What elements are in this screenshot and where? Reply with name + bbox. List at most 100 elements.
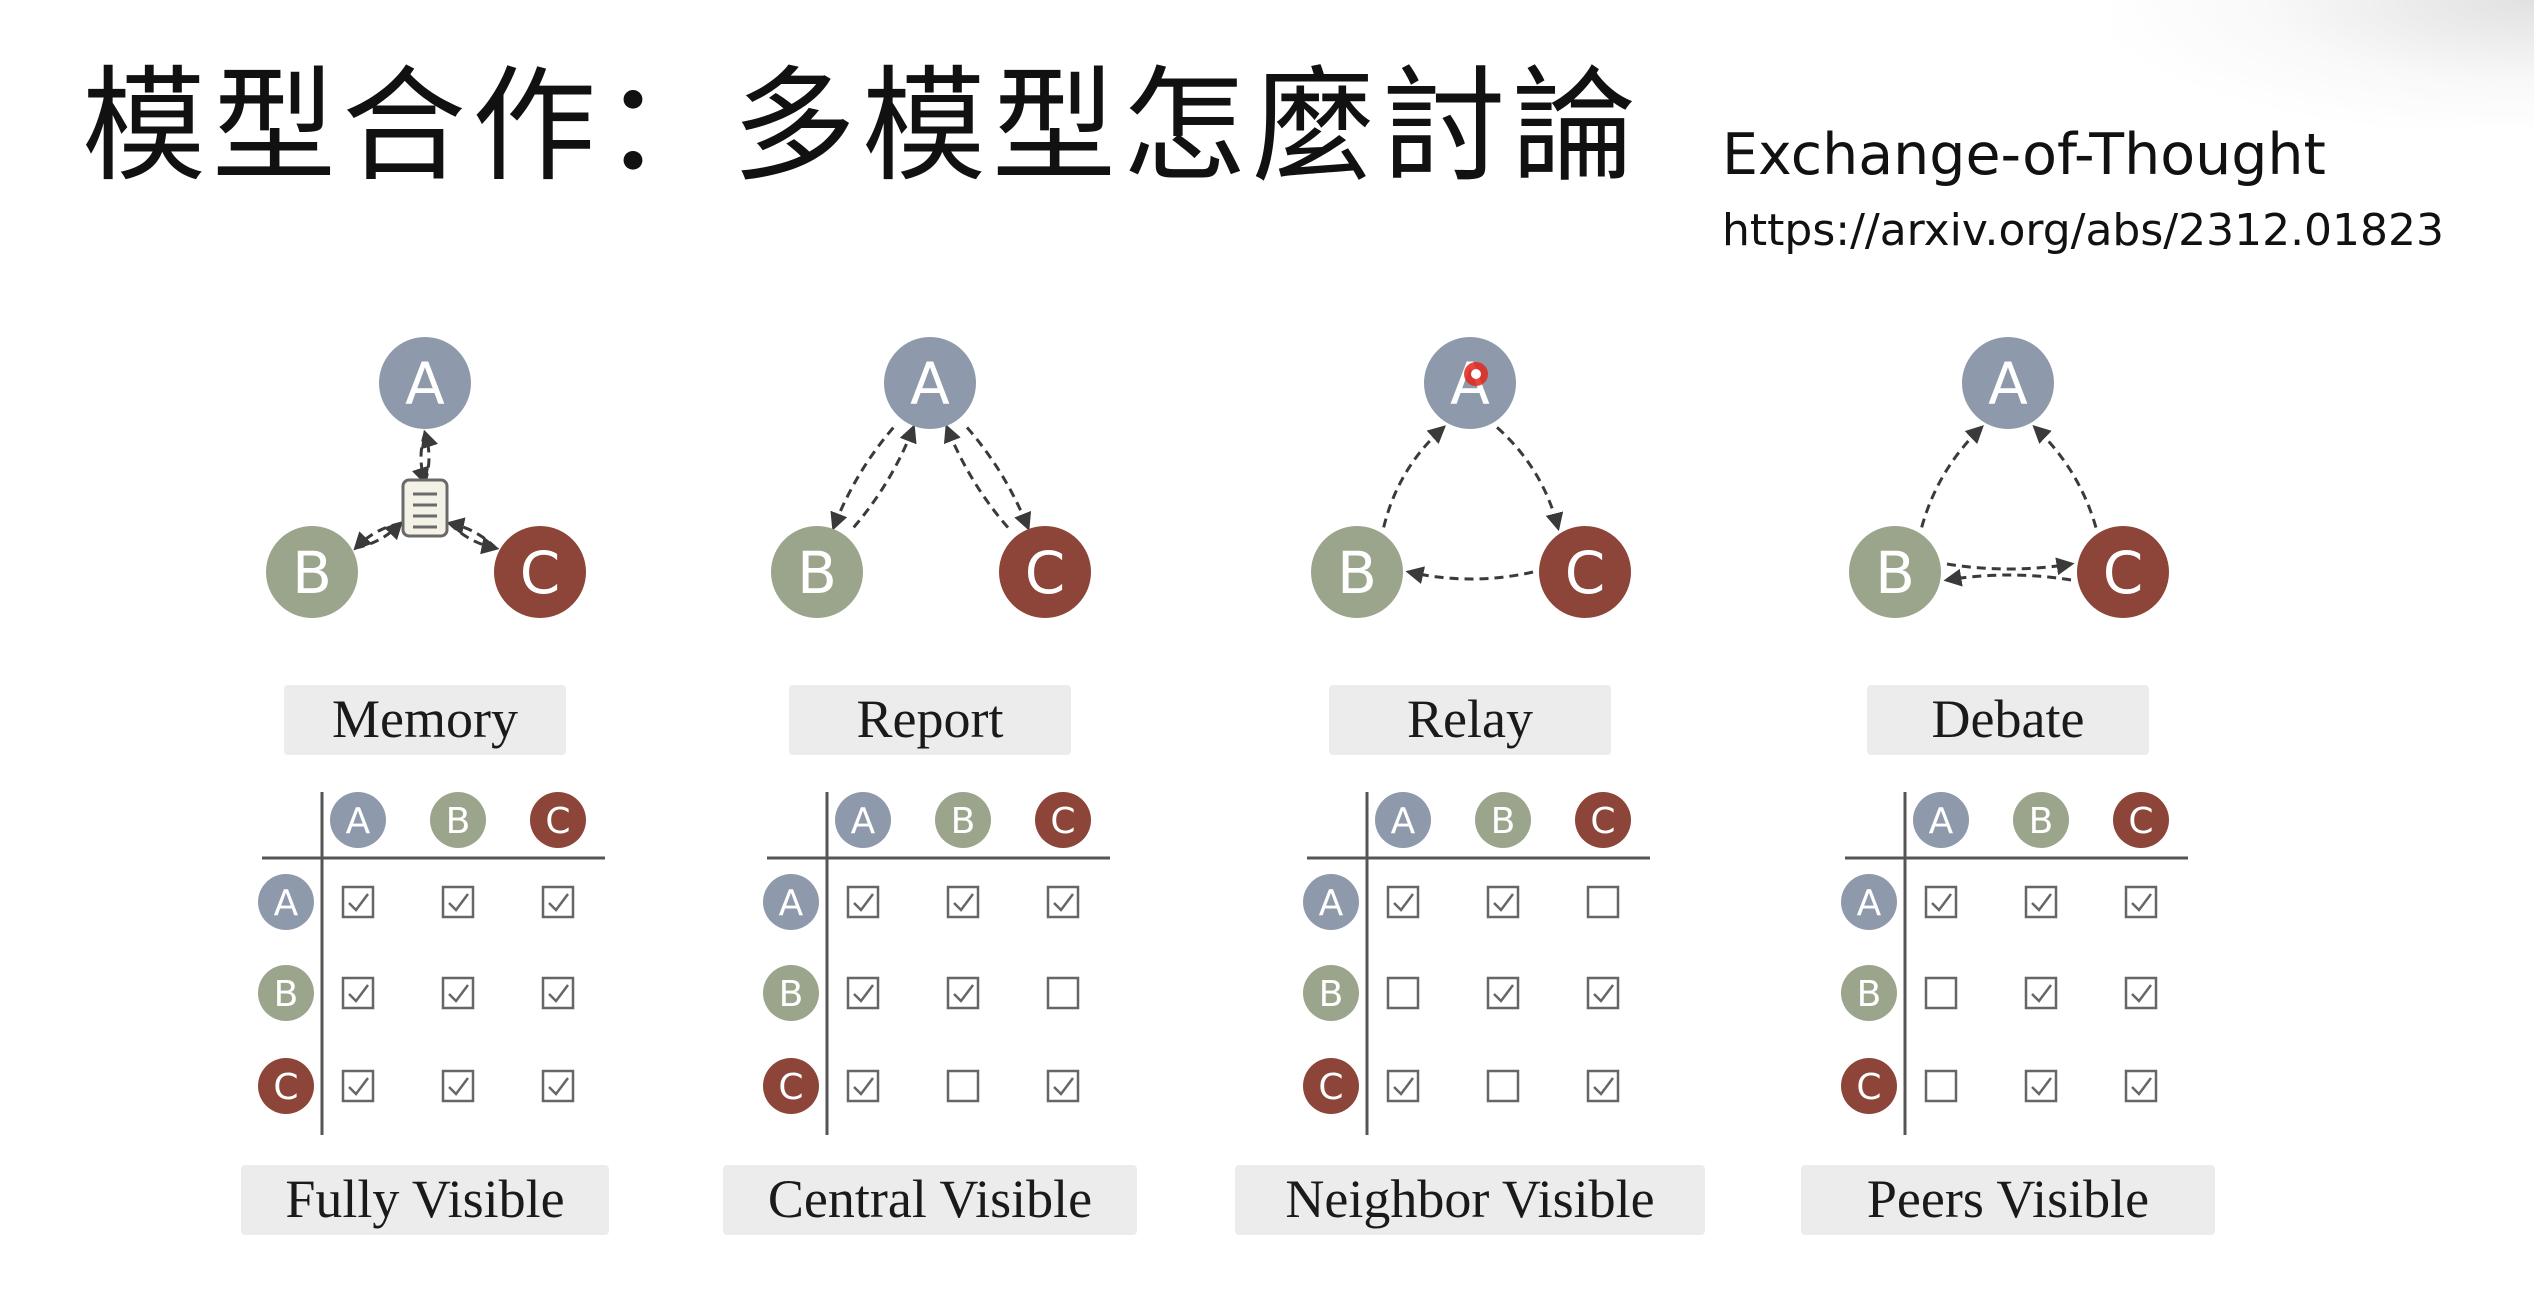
memory-matrix-col-c: C [530, 792, 586, 848]
debate-matrix-row-c: C [1841, 1058, 1897, 1114]
memory-cell-ac-checked [541, 885, 575, 919]
debate-node-a: A [1962, 337, 2054, 429]
checkbox-box [1924, 885, 1958, 919]
report-matrix-col-c: C [1035, 792, 1091, 848]
checkbox-box [846, 976, 880, 1010]
checkbox-box [1046, 1069, 1080, 1103]
memory-node-c: C [494, 526, 586, 618]
relay-edge-c-to-b [1405, 566, 1534, 584]
relay-node-b-letter: B [1337, 539, 1377, 607]
debate-cell-ba-unchecked [1924, 976, 1958, 1010]
laser-pointer-dot [1464, 362, 1488, 386]
report-node-a: A [884, 337, 976, 429]
checkbox-box [1046, 885, 1080, 919]
report-edges [830, 424, 1032, 531]
relay-matrix-row-a: A [1303, 874, 1359, 930]
checkbox-box [341, 976, 375, 1010]
debate-matrix-col-c-letter: C [2128, 801, 2153, 842]
relay-matrix-col-a: A [1375, 792, 1431, 848]
checkbox-box [1924, 1069, 1958, 1103]
debate-matrix-col-a-letter: A [1929, 801, 1954, 842]
checkbox-box [341, 885, 375, 919]
memory-visibility-matrix: A A B B C C [258, 792, 605, 1135]
panel-memory: A B C Memory A A B B C C Fully Visible [241, 337, 609, 1235]
memory-node-a-letter: A [405, 350, 445, 418]
debate-matrix-row-b: B [1841, 965, 1897, 1021]
report-cell-cb-unchecked [946, 1069, 980, 1103]
checkbox-box [846, 885, 880, 919]
report-node-c-letter: C [1025, 539, 1066, 607]
report-cell-cc-checked [1046, 1069, 1080, 1103]
relay-cell-ac-unchecked [1586, 885, 1620, 919]
debate-visibility-label: Peers Visible [1867, 1169, 2149, 1229]
memory-matrix-row-b-letter: B [274, 974, 299, 1015]
report-node-b: B [771, 526, 863, 618]
memory-matrix-col-b-letter: B [446, 801, 471, 842]
memory-cell-cb-checked [441, 1069, 475, 1103]
report-matrix-row-a-letter: A [779, 883, 804, 924]
memory-matrix-row-b: B [258, 965, 314, 1021]
debate-matrix-col-c: C [2113, 792, 2169, 848]
checkbox-box [1924, 976, 1958, 1010]
memory-cell-cc-checked [541, 1069, 575, 1103]
relay-cell-ab-checked [1486, 885, 1520, 919]
checkbox-box [441, 1069, 475, 1103]
memory-matrix-row-a-letter: A [274, 883, 299, 924]
debate-node-c-letter: C [2103, 539, 2144, 607]
debate-node-b-letter: B [1875, 539, 1915, 607]
report-node-b-letter: B [797, 539, 837, 607]
panel-report: A B C Report A A B B C C Central Visible [723, 337, 1137, 1235]
relay-matrix-col-a-letter: A [1391, 801, 1416, 842]
report-cell-ca-checked [846, 1069, 880, 1103]
report-matrix-col-b-letter: B [951, 801, 976, 842]
checkbox-box [541, 885, 575, 919]
memory-edge-c-to-memory [446, 517, 498, 550]
report-cell-ba-checked [846, 976, 880, 1010]
checkbox-box [1586, 1069, 1620, 1103]
report-matrix-row-b-letter: B [779, 974, 804, 1015]
relay-visibility-label: Neighbor Visible [1285, 1169, 1654, 1229]
checkbox-box [2024, 885, 2058, 919]
report-node-c: C [999, 526, 1091, 618]
checkbox-box [541, 976, 575, 1010]
checkbox-box [341, 1069, 375, 1103]
memory-node-b-letter: B [292, 539, 332, 607]
memory-matrix-col-a-letter: A [346, 801, 371, 842]
memory-cell-bc-checked [541, 976, 575, 1010]
memory-cell-aa-checked [341, 885, 375, 919]
debate-edge-c-to-a [2032, 424, 2098, 528]
checkbox-box [2124, 976, 2158, 1010]
communication-paradigms-diagram: A B C Memory A A B B C C Fully Visible A B C Report A A B… [241, 337, 2215, 1235]
memory-matrix-col-a: A [330, 792, 386, 848]
report-matrix-col-a-letter: A [851, 801, 876, 842]
relay-label: Relay [1407, 689, 1533, 749]
relay-matrix-col-b: B [1475, 792, 1531, 848]
debate-node-a-letter: A [1988, 350, 2028, 418]
relay-cell-cb-unchecked [1486, 1069, 1520, 1103]
report-node-a-letter: A [910, 350, 950, 418]
debate-matrix-row-a: A [1841, 874, 1897, 930]
relay-matrix-row-b: B [1303, 965, 1359, 1021]
debate-edges [1920, 424, 2098, 587]
checkbox-box [946, 1069, 980, 1103]
memory-edge-b-to-memory [355, 520, 403, 550]
checkbox-box [2024, 976, 2058, 1010]
checkbox-box [1386, 976, 1420, 1010]
report-cell-bc-unchecked [1046, 976, 1080, 1010]
relay-matrix-col-b-letter: B [1491, 801, 1516, 842]
relay-cell-ba-unchecked [1386, 976, 1420, 1010]
debate-edge-c-to-b [1943, 568, 2072, 587]
checkbox-box [441, 885, 475, 919]
debate-matrix-row-c-letter: C [1856, 1067, 1881, 1108]
checkbox-box [1486, 976, 1520, 1010]
memory-node-b: B [266, 526, 358, 618]
report-edge-a-to-b [830, 426, 895, 531]
checkbox-box [1386, 885, 1420, 919]
checkbox-box [846, 1069, 880, 1103]
debate-visibility-matrix: A A B B C C [1841, 792, 2188, 1135]
report-cell-ac-checked [1046, 885, 1080, 919]
memory-edge-memory-to-b [353, 521, 401, 551]
checkbox-box [541, 1069, 575, 1103]
relay-cell-bc-checked [1586, 976, 1620, 1010]
report-cell-aa-checked [846, 885, 880, 919]
